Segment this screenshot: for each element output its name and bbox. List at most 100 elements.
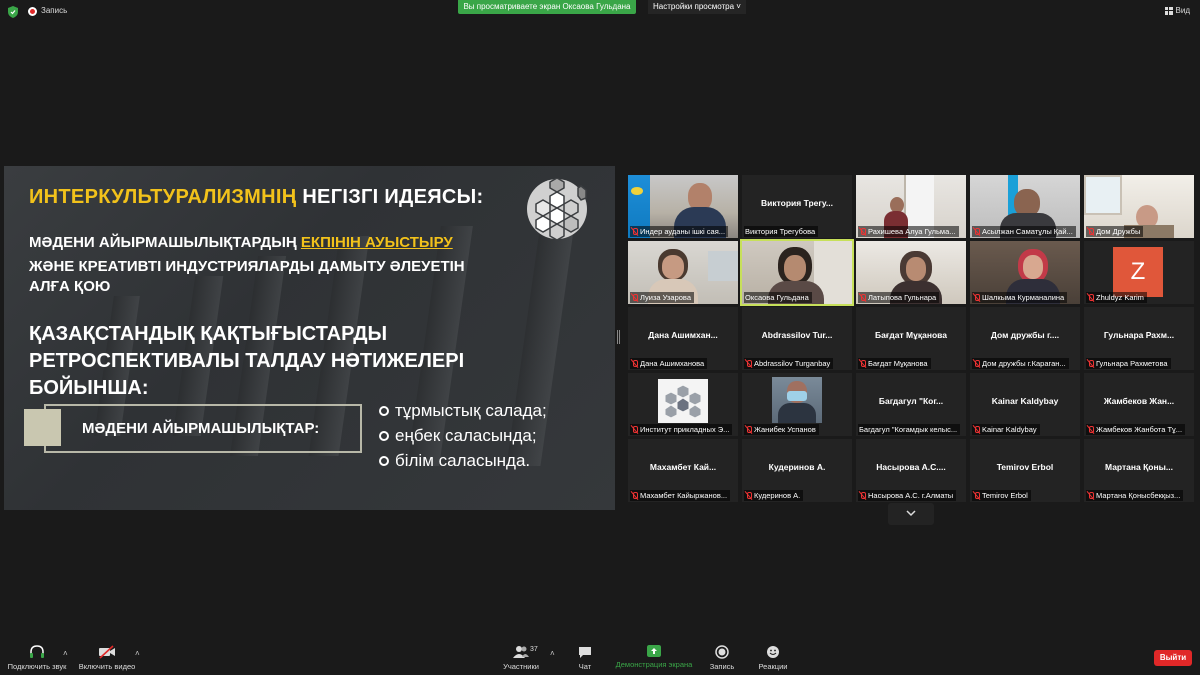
mic-muted-icon xyxy=(973,293,980,302)
reactions-button[interactable]: Реакции xyxy=(754,645,792,671)
participant-tile[interactable]: Институт прикладных Э... xyxy=(628,373,738,436)
participant-label-text: Багдагул "Когамдык келыс... xyxy=(859,425,958,434)
participant-name: Temirov Erbol xyxy=(996,462,1054,472)
participant-tile[interactable]: Мартана Қоны... Мартана Қонысбекқыз... xyxy=(1084,439,1194,502)
participant-label: Мартана Қонысбекқыз... xyxy=(1086,490,1184,501)
participant-label: Махамбет Кайыржанов... xyxy=(630,490,731,501)
participant-tile[interactable]: Kainar Kaldybay Kainar Kaldybay xyxy=(970,373,1080,436)
slide-line-1: МӘДЕНИ АЙЫРМАШЫЛЫҚТАРДЫҢ ЕКПІНІН АУЫСТЫР… xyxy=(29,234,453,251)
share-screen-button[interactable]: Демонстрация экрана xyxy=(614,645,694,669)
participant-tile[interactable]: Жамбеков Жан... Жамбеков Жанбота Тұ... xyxy=(1084,373,1194,436)
participant-name: Кудеринов А. xyxy=(768,462,826,472)
participant-tile[interactable]: Кудеринов А. Кудеринов А. xyxy=(742,439,852,502)
mic-muted-icon xyxy=(631,227,638,236)
view-toggle-button[interactable]: Вид xyxy=(1164,6,1190,15)
participant-label-text: Рахишева Алуа Гульма... xyxy=(868,227,956,236)
participant-label-text: Жанибек Успанов xyxy=(754,425,816,434)
mic-muted-icon xyxy=(745,425,752,434)
institute-logo-icon xyxy=(658,379,708,423)
participant-tile[interactable]: Луиза Узарова xyxy=(628,241,738,304)
slide-heading-2: ҚАЗАҚСТАНДЫҚ ҚАҚТЫҒЫСТАРДЫ РЕТРОСПЕКТИВА… xyxy=(29,321,464,402)
mic-muted-icon xyxy=(1087,227,1094,236)
mic-muted-icon xyxy=(631,359,638,368)
participant-tile[interactable]: Виктория Трегу... Виктория Трегубова xyxy=(742,175,852,238)
participant-name: Махамбет Кай... xyxy=(649,462,717,472)
participant-label: Виктория Трегубова xyxy=(744,226,819,237)
participant-tile-active-speaker[interactable]: Оксаова Гульдана xyxy=(740,239,854,306)
participant-label-text: Дана Ашимханова xyxy=(640,359,705,368)
slide-title: ИНТЕРКУЛЬТУРАЛИЗМНІҢ НЕГІЗГІ ИДЕЯСЫ: xyxy=(29,186,484,209)
chat-button[interactable]: Чат xyxy=(574,645,596,671)
participant-name: Багдагул "Ког... xyxy=(878,396,944,406)
participant-name: Виктория Трегу... xyxy=(761,198,833,208)
slide-line-2: ЖӘНЕ КРЕАТИВТІ ИНДУСТРИЯЛАРДЫ ДАМЫТУ ӘЛЕ… xyxy=(29,258,465,275)
next-page-button[interactable] xyxy=(888,503,934,525)
participant-label: Жамбеков Жанбота Тұ... xyxy=(1086,424,1186,435)
participant-tile[interactable]: Бағдат Мұқанова Бағдат Мұқанова xyxy=(856,307,966,370)
participant-tile[interactable]: Жанибек Успанов xyxy=(742,373,852,436)
participant-label: Асылжан Саматұлы Қай... xyxy=(972,226,1076,237)
participant-tile[interactable]: Дана Ашимхан... Дана Ашимханова xyxy=(628,307,738,370)
participant-tile[interactable]: Дом Дружбы xyxy=(1084,175,1194,238)
circle-bullet-icon xyxy=(379,455,389,466)
record-button[interactable]: Запись xyxy=(706,645,738,671)
participant-tile[interactable]: Махамбет Кай... Махамбет Кайыржанов... xyxy=(628,439,738,502)
chat-icon xyxy=(579,647,591,658)
mic-muted-icon xyxy=(859,491,866,500)
participant-tile[interactable]: Асылжан Саматұлы Қай... xyxy=(970,175,1080,238)
participant-label-text: Abdrassilov Turganbay xyxy=(754,359,831,368)
participant-label-text: Кудеринов А. xyxy=(754,491,801,500)
participant-name: Дом дружбы г.... xyxy=(990,330,1060,340)
shield-icon[interactable] xyxy=(8,6,18,18)
view-toggle-label: Вид xyxy=(1175,6,1190,15)
video-options-caret-icon[interactable]: ˄ xyxy=(135,649,140,658)
participant-label-text: Индер ауданы ішкі сая... xyxy=(640,227,726,236)
participant-label-text: Мартана Қонысбекқыз... xyxy=(1096,491,1181,500)
leave-meeting-button[interactable]: Выйти xyxy=(1154,650,1192,666)
participant-video xyxy=(772,377,822,423)
record-label: Запись xyxy=(709,662,735,671)
video-off-icon xyxy=(99,645,115,659)
view-options-button[interactable]: Настройки просмотра ˅ xyxy=(648,0,746,14)
participant-tile[interactable]: Abdrassilov Tur... Abdrassilov Turganbay xyxy=(742,307,852,370)
participant-label-text: Асылжан Саматұлы Қай... xyxy=(982,227,1073,236)
participants-options-caret-icon[interactable]: ˄ xyxy=(550,649,555,658)
participant-tile[interactable]: Латыпова Гульнара xyxy=(856,241,966,304)
participant-label-text: Бағдат Мұқанова xyxy=(868,359,928,368)
share-banner: Вы просматриваете экран Оксаова Гульдана xyxy=(458,0,636,14)
participant-tile[interactable]: Temirov Erbol Temirov Erbol xyxy=(970,439,1080,502)
participant-tile[interactable]: Шалкыма Курманалина xyxy=(970,241,1080,304)
participant-name: Мартана Қоны... xyxy=(1105,462,1173,472)
participant-tile[interactable]: Багдагул "Ког... Багдагул "Когамдык келы… xyxy=(856,373,966,436)
participant-label: Бағдат Мұқанова xyxy=(858,358,931,369)
start-video-button[interactable]: Включить видео xyxy=(77,645,137,671)
participant-label-text: Дом Дружбы xyxy=(1096,227,1141,236)
mic-muted-icon xyxy=(859,293,866,302)
slide-line-3: АЛҒА ҚОЮ xyxy=(29,278,111,295)
mic-muted-icon xyxy=(1087,293,1094,302)
join-audio-button[interactable]: Подключить звук xyxy=(6,645,68,671)
participants-icon xyxy=(513,646,529,658)
panel-resize-handle[interactable] xyxy=(617,330,620,344)
participant-label: Temirov Erbol xyxy=(972,490,1031,501)
participant-name: Kainar Kaldybay xyxy=(991,396,1059,406)
participant-label-text: Луиза Узарова xyxy=(640,293,692,302)
participant-label-text: Виктория Трегубова xyxy=(745,227,816,236)
audio-options-caret-icon[interactable]: ˄ xyxy=(63,649,68,658)
participant-tile[interactable]: Гульнара Рахм... Гульнара Рахметова xyxy=(1084,307,1194,370)
participant-label: Индер ауданы ішкі сая... xyxy=(630,226,729,237)
participant-tile[interactable]: Рахишева Алуа Гульма... xyxy=(856,175,966,238)
participant-tile[interactable]: Дом дружбы г.... Дом дружбы г.Караган... xyxy=(970,307,1080,370)
participant-tile[interactable]: Z Zhuldyz Karim xyxy=(1084,241,1194,304)
participant-label: Багдагул "Когамдык келыс... xyxy=(858,424,961,435)
participant-label: Дом Дружбы xyxy=(1086,226,1144,237)
participants-count-badge: 37 xyxy=(530,646,538,653)
participant-label: Кудеринов А. xyxy=(744,490,804,501)
mic-muted-icon xyxy=(973,227,980,236)
participant-tile[interactable]: Индер ауданы ішкі сая... xyxy=(628,175,738,238)
participant-label: Шалкыма Курманалина xyxy=(972,292,1068,303)
participant-tile[interactable]: Насырова А.С.... Насырова А.С. г.Алматы xyxy=(856,439,966,502)
participant-name: Дана Ашимхан... xyxy=(648,330,718,340)
mic-muted-icon xyxy=(631,491,638,500)
slide-heading-2-line: РЕТРОСПЕКТИВАЛЫ ТАЛДАУ НӘТИЖЕЛЕРІ xyxy=(29,350,465,372)
